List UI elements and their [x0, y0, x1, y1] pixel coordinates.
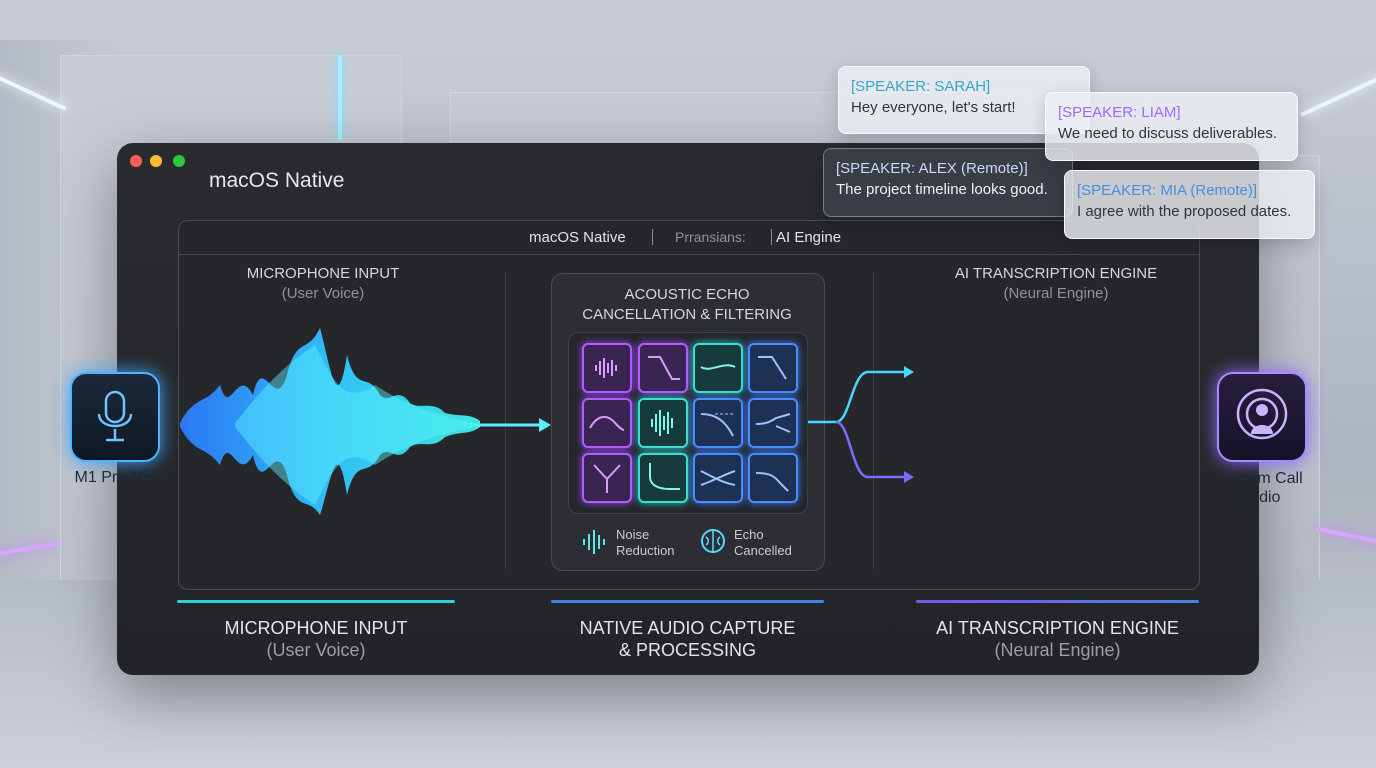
- filter-tile-waveform-icon[interactable]: [638, 398, 688, 448]
- system-audio-label: System Call Audio: [1205, 469, 1315, 507]
- echo-cancelled-label: Echo Cancelled: [734, 527, 792, 559]
- microphone-icon: [97, 390, 133, 442]
- heading-subtitle: (User Voice): [281, 285, 365, 302]
- speaker-label: [SPEAKER: ALEX (Remote)]: [836, 160, 1028, 177]
- legend-text: Cancelled: [734, 543, 792, 558]
- mic-input-footer: MICROPHONE INPUT (User Voice): [177, 617, 455, 661]
- footer-title: NATIVE AUDIO CAPTURE: [579, 618, 796, 638]
- legend-text: Echo: [734, 527, 764, 542]
- ai-engine-footer: AI TRANSCRIPTION ENGINE (Neural Engine): [916, 617, 1199, 661]
- speaker-label: [SPEAKER: SARAH]: [851, 78, 991, 95]
- heading-title: ACOUSTIC ECHO: [624, 286, 750, 303]
- system-audio-tile[interactable]: [1217, 372, 1307, 462]
- legend-text: Reduction: [616, 543, 675, 558]
- filter-tile-flat-icon[interactable]: [693, 343, 743, 393]
- ai-engine-heading: AI TRANSCRIPTION ENGINE (Neural Engine): [920, 264, 1192, 304]
- transcript-bubble-liam: [SPEAKER: LIAM] We need to discuss deliv…: [1045, 92, 1298, 161]
- light-strip: [338, 55, 342, 140]
- native-capture-footer: NATIVE AUDIO CAPTURE & PROCESSING: [551, 617, 824, 661]
- filter-tile-fork-icon[interactable]: [582, 453, 632, 503]
- heading-title: AI TRANSCRIPTION ENGINE: [954, 265, 1158, 282]
- footer-title: MICROPHONE INPUT: [224, 618, 408, 638]
- noise-reduction-waveform-icon: [583, 530, 605, 554]
- ai-output-waveforms: [808, 336, 1208, 533]
- mic-device-label: M1 Pro Mic: [74, 469, 156, 486]
- toolbar-item-transians[interactable]: Prransians:: [675, 229, 746, 245]
- mic-waveform: [180, 328, 551, 515]
- transcript-text: Hey everyone, let's start!: [851, 99, 1016, 116]
- filter-tile-cross-icon[interactable]: [693, 453, 743, 503]
- mic-input-heading: MICROPHONE INPUT (User Voice): [198, 264, 448, 304]
- window-title: macOS Native: [209, 169, 345, 192]
- footer-subtitle: (Neural Engine): [994, 640, 1121, 660]
- native-accent-line: [551, 600, 824, 603]
- footer-title: & PROCESSING: [618, 640, 757, 660]
- aec-heading: ACOUSTIC ECHO CANCELLATION & FILTERING: [551, 285, 823, 325]
- filter-tile-curve-icon[interactable]: [693, 398, 743, 448]
- light-strip: [1316, 526, 1376, 548]
- speaker-label: [SPEAKER: MIA (Remote)]: [1077, 182, 1258, 199]
- transcript-text: We need to discuss deliverables.: [1058, 125, 1278, 142]
- zoom-button[interactable]: [173, 155, 185, 167]
- toolbar-item-native[interactable]: macOS Native: [529, 229, 626, 246]
- filter-tile-noise-icon[interactable]: [582, 343, 632, 393]
- toolbar-divider: [771, 229, 772, 245]
- mic-accent-line: [177, 600, 455, 603]
- filter-tile-highpass-icon[interactable]: [638, 453, 688, 503]
- close-button[interactable]: [130, 155, 142, 167]
- heading-title: CANCELLATION & FILTERING: [582, 306, 792, 323]
- heading-subtitle: (Neural Engine): [1003, 285, 1109, 302]
- label-line: Audio: [1239, 489, 1281, 506]
- filter-tile-notch-icon[interactable]: [748, 453, 798, 503]
- transcript-text: I agree with the proposed dates.: [1077, 203, 1292, 220]
- transcript-bubble-alex: [SPEAKER: ALEX (Remote)] The project tim…: [823, 148, 1073, 217]
- noise-reduction-label: Noise Reduction: [616, 527, 675, 559]
- light-strip: [1299, 71, 1376, 117]
- panel-toolbar: macOS Native Prransians: AI Engine: [179, 221, 1199, 255]
- filter-tile-bump-icon[interactable]: [582, 398, 632, 448]
- minimize-button[interactable]: [150, 155, 162, 167]
- speaker-label: [SPEAKER: LIAM]: [1058, 104, 1181, 121]
- toolbar-item-ai-engine[interactable]: AI Engine: [776, 229, 841, 246]
- echo-cancelled-brain-icon: [701, 529, 725, 553]
- ai-accent-line: [916, 600, 1199, 603]
- mic-device-tile[interactable]: [70, 372, 160, 462]
- filter-tile-split-icon[interactable]: [748, 398, 798, 448]
- filter-tile-rolloff-icon[interactable]: [748, 343, 798, 393]
- transcript-bubble-mia: [SPEAKER: MIA (Remote)] I agree with the…: [1064, 170, 1315, 239]
- toolbar-divider: [652, 229, 653, 245]
- footer-title: AI TRANSCRIPTION ENGINE: [936, 618, 1179, 638]
- legend-text: Noise: [616, 527, 650, 542]
- filter-tile-lowpass-icon[interactable]: [638, 343, 688, 393]
- podcast-broadcast-icon: [1236, 388, 1288, 440]
- footer-subtitle: (User Voice): [266, 640, 366, 660]
- heading-title: MICROPHONE INPUT: [246, 265, 400, 282]
- transcript-text: The project timeline looks good.: [836, 181, 1048, 198]
- label-line: System Call: [1217, 470, 1303, 487]
